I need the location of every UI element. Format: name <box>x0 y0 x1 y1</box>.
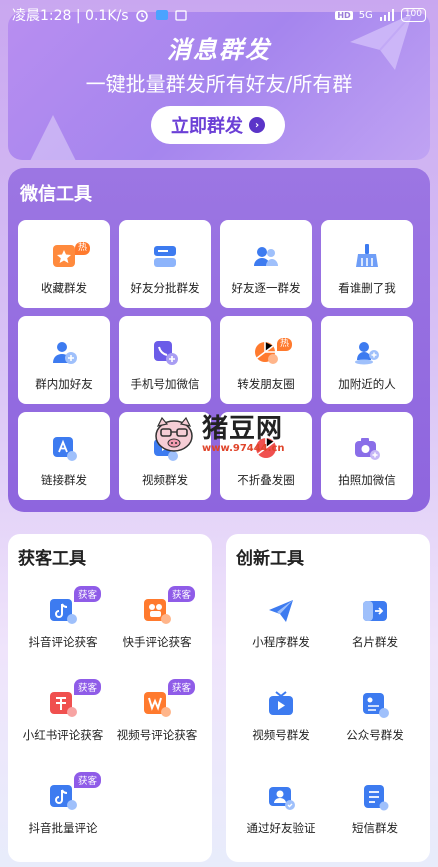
tool-who-deleted-me[interactable]: 看谁删了我 <box>321 220 413 308</box>
acquire-tag: 获客 <box>74 586 102 602</box>
tool-one-by-one-broadcast[interactable]: 好友逐一群发 <box>220 220 312 308</box>
acquire-tag: 获客 <box>168 586 196 602</box>
tool-label: 收藏群发 <box>41 281 87 295</box>
tool-douyin-comment[interactable]: 获客 抖音评论获客 <box>16 586 110 681</box>
card-share-icon <box>363 601 387 621</box>
tool-verify-friend[interactable]: 通过好友验证 <box>234 774 328 867</box>
banner-title: 消息群发 <box>167 36 271 64</box>
tool-label: 名片群发 <box>352 635 398 649</box>
tool-label: 转发朋友圈 <box>237 377 295 391</box>
tool-photo-add-wechat[interactable]: 拍照加微信 <box>321 412 413 500</box>
send-now-label: 立即群发 <box>171 116 243 137</box>
official-account-icon <box>363 693 389 718</box>
hot-badge: 热 <box>74 242 90 255</box>
verify-friend-icon <box>269 787 295 810</box>
broom-icon <box>356 244 378 267</box>
tool-douyin-batch-comment[interactable]: 获客 抖音批量评论 <box>16 772 110 867</box>
tool-label: 手机号加微信 <box>130 377 200 391</box>
tool-label: 拍照加微信 <box>338 473 396 487</box>
alarm-icon <box>135 8 149 22</box>
site-watermark: 猪豆网 www.97444.cn <box>150 414 285 454</box>
sms-icon <box>364 785 389 811</box>
tool-xiaohongshu-comment[interactable]: 获客 小红书评论获客 <box>16 679 110 774</box>
status-time: 凌晨1:28 | 0.1K/s <box>12 8 129 24</box>
tool-card-broadcast[interactable]: 名片群发 <box>328 588 422 681</box>
broadcast-banner: 消息群发 一键批量群发所有好友/所有群 立即群发 › <box>8 12 430 160</box>
tool-phone-add-wechat[interactable]: 手机号加微信 <box>119 316 211 404</box>
tool-link-broadcast[interactable]: 链接群发 <box>18 412 110 500</box>
tool-kuaishou-comment[interactable]: 获客 快手评论获客 <box>110 586 204 681</box>
camera-add-icon <box>355 438 380 460</box>
pig-logo-icon <box>155 416 193 452</box>
hd-badge: HD <box>335 10 353 20</box>
watermark-brand: 猪豆网 <box>202 413 284 444</box>
acquire-tools-panel: 获客工具 获客 抖音评论获客 获客 快手评论获客 获客 小红书评论获客 获客 视… <box>8 534 212 862</box>
tool-label: 群内加好友 <box>35 377 93 391</box>
nearby-person-icon <box>355 342 379 365</box>
acquire-tag: 获客 <box>74 772 102 788</box>
tool-label: 快手评论获客 <box>122 635 192 649</box>
chevron-right-icon: › <box>249 117 265 133</box>
signal-icon <box>379 9 395 21</box>
tool-label: 小程序群发 <box>252 635 310 649</box>
acquire-tag: 获客 <box>168 679 196 695</box>
watermark-url: www.97444.cn <box>202 442 285 454</box>
batch-card-icon <box>154 246 176 267</box>
triangle-decoration-icon <box>30 115 76 160</box>
tool-label: 抖音批量评论 <box>28 821 98 835</box>
section-title: 创新工具 <box>236 549 304 569</box>
friends-icon <box>254 247 278 266</box>
acquire-tag: 获客 <box>74 679 102 695</box>
link-icon <box>53 437 77 461</box>
tool-label: 抖音评论获客 <box>28 635 98 649</box>
paper-plane-icon <box>269 600 293 622</box>
tool-label: 不折叠发圈 <box>237 473 295 487</box>
tool-label: 视频号评论获客 <box>116 728 198 742</box>
phone-add-icon <box>154 341 178 365</box>
tool-label: 短信群发 <box>352 821 398 835</box>
app-notification-icon-2 <box>174 9 187 21</box>
tool-label: 通过好友验证 <box>246 821 316 835</box>
section-title: 微信工具 <box>20 184 92 205</box>
banner-subtitle: 一键批量群发所有好友/所有群 <box>85 72 353 96</box>
tool-favorites-broadcast[interactable]: 热 收藏群发 <box>18 220 110 308</box>
tool-forward-moments[interactable]: 热 转发朋友圈 <box>220 316 312 404</box>
tool-add-nearby[interactable]: 加附近的人 <box>321 316 413 404</box>
section-title: 获客工具 <box>18 549 86 569</box>
tool-label: 公众号群发 <box>346 728 404 742</box>
tool-batch-broadcast[interactable]: 好友分批群发 <box>119 220 211 308</box>
star-bookmark-icon <box>53 245 75 267</box>
battery-indicator: 100 <box>400 8 426 22</box>
tool-channels-broadcast[interactable]: 视频号群发 <box>234 681 328 774</box>
tool-label: 好友逐一群发 <box>231 281 301 295</box>
tool-miniprogram-broadcast[interactable]: 小程序群发 <box>234 588 328 681</box>
moments-icon <box>255 342 278 364</box>
tool-label: 视频号群发 <box>252 728 310 742</box>
tool-channels-comment[interactable]: 获客 视频号评论获客 <box>110 679 204 774</box>
tool-official-account-broadcast[interactable]: 公众号群发 <box>328 681 422 774</box>
wechat-tools-panel: 微信工具 热 收藏群发 好友分批群发 好友逐一群发 看谁删了我 群内加好友 手机… <box>8 168 430 512</box>
send-now-button[interactable]: 立即群发 › <box>151 106 285 144</box>
tool-label: 链接群发 <box>41 473 87 487</box>
tool-label: 视频群发 <box>142 473 188 487</box>
tool-label: 小红书评论获客 <box>22 728 104 742</box>
tool-add-group-members[interactable]: 群内加好友 <box>18 316 110 404</box>
tool-label: 好友分批群发 <box>130 281 200 295</box>
app-notification-icon <box>155 9 169 21</box>
tool-sms-broadcast[interactable]: 短信群发 <box>328 774 422 867</box>
tool-label: 看谁删了我 <box>338 281 396 295</box>
network-label: 5G <box>358 9 373 21</box>
hot-badge: 热 <box>276 338 292 351</box>
add-person-icon <box>53 342 77 364</box>
tool-label: 加附近的人 <box>338 377 396 391</box>
innovate-tools-panel: 创新工具 小程序群发 名片群发 视频号群发 公众号群发 通过好友验证 短信群发 <box>226 534 430 862</box>
tv-play-icon <box>269 691 293 715</box>
status-bar: 凌晨1:28 | 0.1K/s HD 5G 100 <box>0 0 438 30</box>
